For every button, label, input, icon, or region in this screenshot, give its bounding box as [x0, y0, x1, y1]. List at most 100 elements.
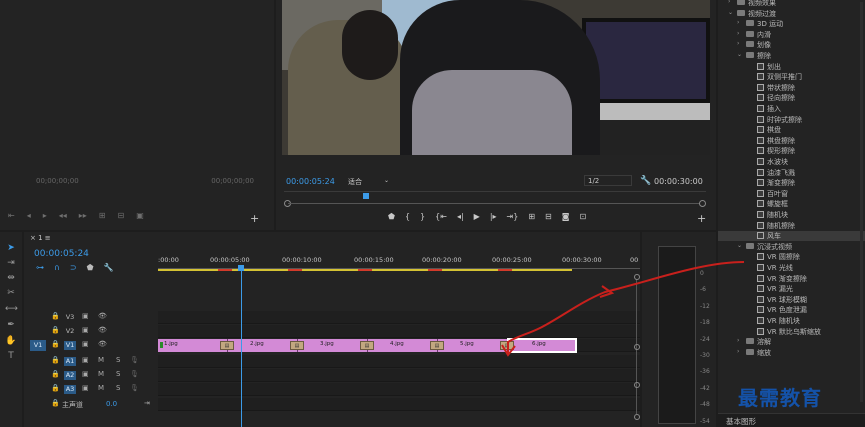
effects-folder[interactable]: › 缩放 [718, 348, 865, 358]
solo-button[interactable]: S [116, 384, 120, 392]
effects-folder[interactable]: › 划像 [718, 40, 865, 50]
transition[interactable]: ▤ [290, 341, 304, 350]
add-marker-icon[interactable]: ⬟ [388, 212, 395, 221]
effects-item[interactable]: 油漆飞溅 [718, 168, 865, 178]
sync-lock-icon[interactable]: ▣ [82, 326, 89, 334]
effects-folder[interactable]: ⌄ 擦除 [718, 51, 865, 61]
clip[interactable]: 4.jpg [368, 339, 438, 352]
selection-tool-icon[interactable]: ➤ [5, 242, 17, 254]
wrench-icon[interactable]: 🔧 [640, 176, 651, 186]
clip[interactable]: 3.jpg [298, 339, 368, 352]
effects-item[interactable]: 螺旋框 [718, 199, 865, 209]
effects-item[interactable]: 随机擦除 [718, 221, 865, 231]
program-playhead[interactable] [363, 193, 369, 199]
lock-icon[interactable]: 🔒 [51, 399, 60, 407]
razor-tool-icon[interactable]: ✂ [5, 287, 17, 299]
chevron-right-icon[interactable]: › [737, 337, 739, 344]
timeline-settings-wrench-icon[interactable]: 🔧 [104, 263, 114, 272]
source-patch-v1[interactable]: V1 [30, 340, 46, 351]
effects-item[interactable]: VR 漏光 [718, 284, 865, 294]
scrollbar-bottom-handle[interactable] [634, 414, 640, 420]
track-name-v3[interactable]: V3 [64, 313, 76, 322]
chevron-down-icon[interactable]: ⌄ [728, 9, 733, 16]
effects-item[interactable]: 划出 [718, 62, 865, 72]
camera-icon[interactable]: ◙ [562, 212, 570, 221]
chevron-down-icon[interactable]: ⌄ [384, 177, 389, 184]
step-forward-icon[interactable]: ▸▸ [79, 211, 87, 220]
lift-icon[interactable]: ⊞ [528, 212, 535, 221]
effects-item[interactable]: 棋盘擦除 [718, 136, 865, 146]
effects-folder[interactable]: ⌄ 视频过渡 [718, 9, 865, 19]
effects-item[interactable]: 插入 [718, 104, 865, 114]
sync-lock-icon[interactable]: ▣ [82, 356, 89, 364]
button-editor-icon[interactable]: ⊡ [580, 212, 587, 221]
step-forward-icon[interactable]: |▸ [490, 212, 497, 221]
track-name-v1[interactable]: V1 [64, 341, 76, 350]
lock-icon[interactable]: 🔒 [51, 384, 60, 392]
effects-item[interactable]: 百叶窗 [718, 189, 865, 199]
track-name-a3[interactable]: A3 [64, 385, 76, 394]
export-frame-icon[interactable]: ▣ [136, 211, 144, 220]
chevron-right-icon[interactable]: › [737, 19, 739, 26]
pen-tool-icon[interactable]: ✒ [5, 319, 17, 331]
effects-folder[interactable]: › 视频效果 [718, 0, 865, 8]
chevron-right-icon[interactable]: › [728, 0, 730, 5]
add-marker-icon[interactable]: ⬟ [87, 263, 94, 272]
timeline-tab[interactable]: × 1 ≡ [30, 234, 51, 242]
program-zoom-scrollbar[interactable] [284, 200, 706, 208]
scrollbar-mid-handle[interactable] [634, 382, 640, 388]
sync-lock-icon[interactable]: ▣ [82, 370, 89, 378]
lock-icon[interactable]: 🔒 [51, 340, 60, 348]
scrollbar-mid-handle[interactable] [634, 344, 640, 350]
lock-icon[interactable]: 🔒 [51, 312, 60, 320]
program-add-button-icon[interactable]: + [697, 212, 706, 225]
play-icon[interactable]: ▶ [474, 212, 480, 221]
effects-item[interactable]: 棋盘 [718, 125, 865, 135]
track-name-v2[interactable]: V2 [64, 327, 76, 336]
sync-lock-icon[interactable]: ▣ [82, 340, 89, 348]
scrollbar-top-handle[interactable] [634, 274, 640, 280]
scrollbar-track[interactable] [288, 203, 702, 204]
track-select-tool-icon[interactable]: ⇥ [5, 257, 17, 269]
source-add-button-icon[interactable]: + [250, 212, 259, 225]
sync-lock-icon[interactable]: ▣ [82, 384, 89, 392]
chevron-down-icon[interactable]: ⌄ [737, 51, 742, 58]
effects-item[interactable]: 径向擦除 [718, 93, 865, 103]
track-area-a2[interactable] [158, 369, 640, 382]
solo-button[interactable]: S [116, 356, 120, 364]
lock-icon[interactable]: 🔒 [51, 370, 60, 378]
timeline-timecode[interactable]: 00:00:05:24 [34, 249, 89, 259]
effects-folder[interactable]: ⌄ 沉浸式视频 [718, 242, 865, 252]
effects-item[interactable]: VR 色度泄漏 [718, 305, 865, 315]
transition[interactable]: ▤ [220, 341, 234, 350]
microphone-icon[interactable]: 🎙 [130, 384, 139, 392]
chevron-right-icon[interactable]: › [737, 348, 739, 355]
lock-icon[interactable]: 🔒 [51, 326, 60, 334]
track-area-v3[interactable] [158, 311, 640, 324]
mark-out-icon[interactable]: } [420, 212, 425, 221]
ripple-edit-tool-icon[interactable]: ⇹ [5, 272, 17, 284]
effects-item[interactable]: 渐变擦除 [718, 178, 865, 188]
microphone-icon[interactable]: 🎙 [130, 370, 139, 378]
step-back-icon[interactable]: ◂◂ [59, 211, 67, 220]
insert-icon[interactable]: ⊞ [99, 211, 106, 220]
clip-selected[interactable]: 6.jpg [507, 338, 577, 353]
transition[interactable]: ▤ [360, 341, 374, 350]
linked-selection-icon[interactable]: ⊃ [70, 263, 77, 272]
transition-windmill[interactable]: ▤ [500, 341, 514, 350]
clear-in-icon[interactable]: ▸ [43, 211, 47, 220]
effects-item[interactable]: 时钟式擦除 [718, 115, 865, 125]
mark-in-icon[interactable]: ⇤ [8, 211, 15, 220]
program-timecode[interactable]: 00:00:05:24 [286, 177, 335, 186]
track-name-a2[interactable]: A2 [64, 371, 76, 380]
track-area-a3[interactable] [158, 383, 640, 396]
timeline-ruler[interactable]: :00:00 00:00:05:00 00:00:10:00 00:00:15:… [158, 254, 640, 274]
chevron-down-icon[interactable]: ⌄ [737, 242, 742, 249]
effects-scrollbar[interactable] [860, 2, 863, 402]
track-area-a1[interactable] [158, 355, 640, 368]
snap-icon[interactable]: ∩ [54, 263, 60, 272]
track-area-v2[interactable] [158, 325, 640, 338]
effects-item[interactable]: VR 随机块 [718, 316, 865, 326]
clip[interactable]: 2.jpg [228, 339, 298, 352]
mute-button[interactable]: M [98, 384, 104, 392]
